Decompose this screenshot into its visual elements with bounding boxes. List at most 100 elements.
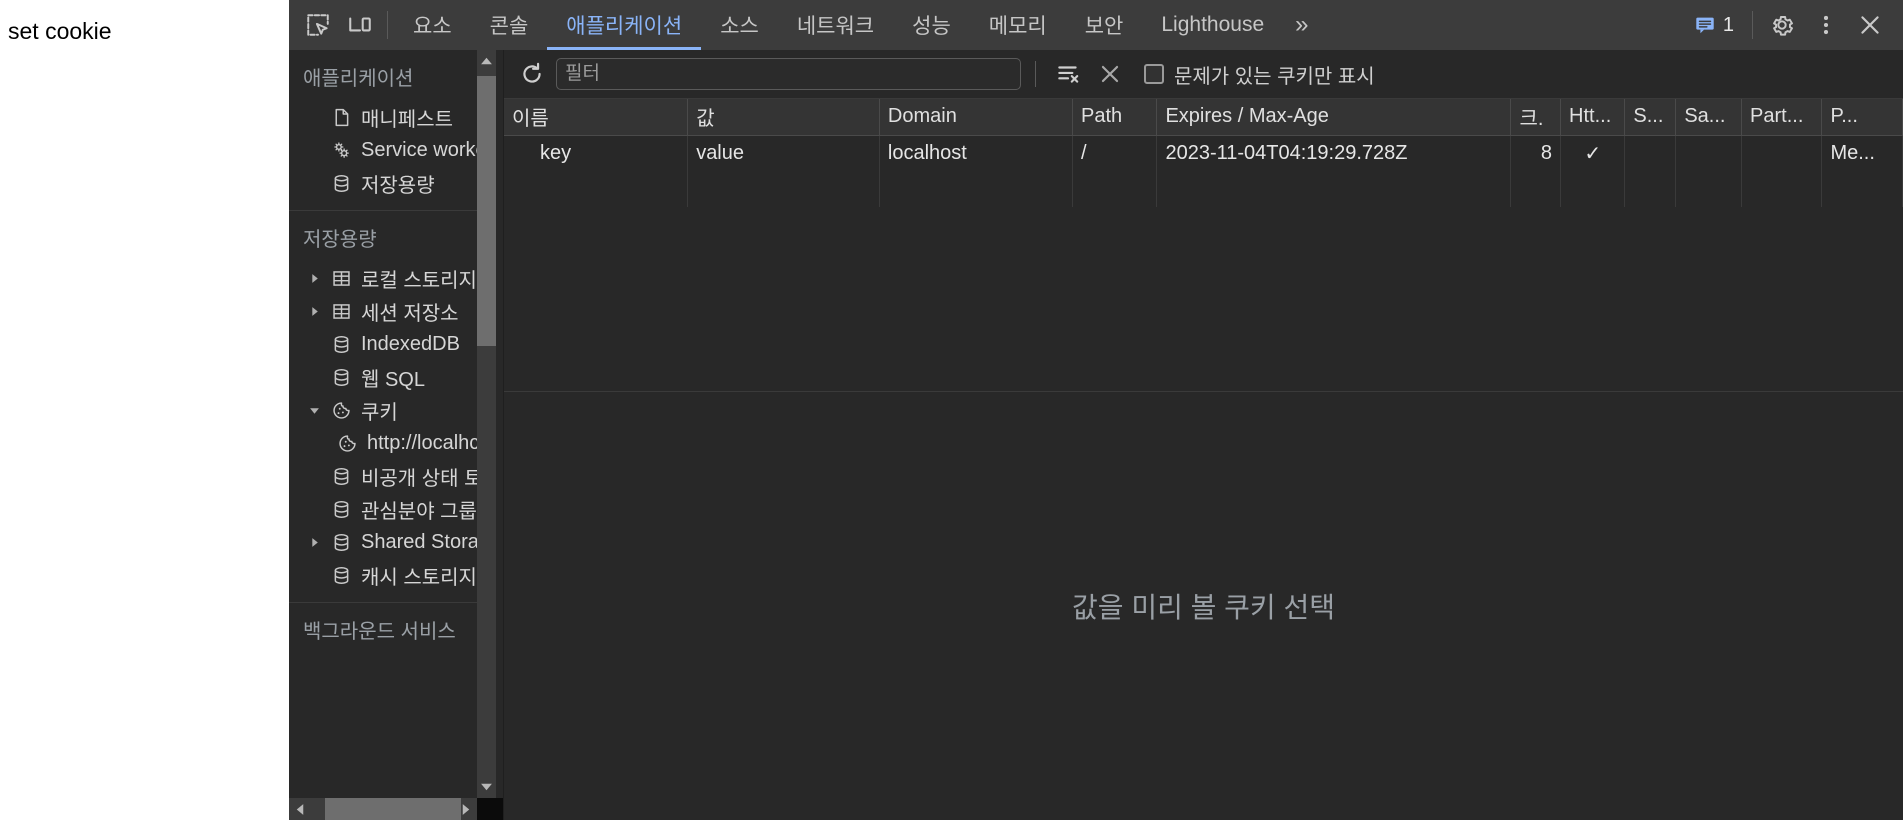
filler-cell: [1072, 171, 1158, 207]
console-message-badge[interactable]: 1: [1684, 4, 1744, 46]
cell-domain[interactable]: localhost: [879, 135, 1074, 171]
cell-path[interactable]: /: [1072, 135, 1158, 171]
sidebar-scroll-area: 애플리케이션 매니페스트 Service work 저장용량 저장용량 로컬 스…: [289, 50, 503, 798]
sidebar-item-label: IndexedDB: [361, 333, 460, 355]
column-header-samesite[interactable]: Sa...: [1675, 99, 1743, 136]
sidebar-scroll-thumb[interactable]: [477, 76, 496, 346]
devtools-tabs: 요소 콘솔 애플리케이션 소스 네트워크 성능 메모리 보안 Lighthous…: [394, 0, 1323, 50]
sidebar-item-interest-groups[interactable]: 관심분야 그룹: [289, 493, 477, 526]
tab-sources[interactable]: 소스: [701, 0, 778, 50]
chevron-right-icon[interactable]: [307, 272, 321, 286]
sidebar-item-service-workers[interactable]: Service workers: [289, 134, 477, 167]
sidebar-item-session-storage[interactable]: 세션 저장소: [289, 295, 477, 328]
filler-cell: [1675, 171, 1743, 207]
sidebar-item-cookie-origin[interactable]: http://localhc: [289, 427, 477, 460]
sidebar-item-cache-storage[interactable]: 캐시 스토리지: [289, 559, 477, 592]
column-header-path[interactable]: Path: [1072, 99, 1158, 136]
devtools-tabbar: 요소 콘솔 애플리케이션 소스 네트워크 성능 메모리 보안 Lighthous…: [289, 0, 1903, 50]
cookies-toolbar: 문제가 있는 쿠키만 표시: [504, 50, 1903, 99]
scroll-down-arrow-icon[interactable]: [477, 776, 496, 798]
sidebar-horizontal-scrollbar[interactable]: [289, 798, 503, 820]
scroll-up-arrow-icon[interactable]: [477, 50, 496, 72]
sidebar-hscroll-thumb[interactable]: [325, 798, 461, 820]
only-problems-checkbox[interactable]: 문제가 있는 쿠키만 표시: [1144, 60, 1375, 89]
column-header-httponly[interactable]: Htt...: [1560, 99, 1626, 136]
cookies-table-container: 이름 값 Domain Path Expires / Max-Age 크. Ht…: [504, 99, 1903, 392]
cell-expires[interactable]: 2023-11-04T04:19:29.728Z: [1156, 135, 1512, 171]
column-header-value[interactable]: 값: [687, 99, 880, 136]
sidebar-section-title-application: 애플리케이션: [303, 68, 414, 90]
sidebar-item-label: Shared Storage: [361, 531, 477, 553]
devtools-panel: 요소 콘솔 애플리케이션 소스 네트워크 성능 메모리 보안 Lighthous…: [289, 0, 1903, 820]
sidebar-item-indexeddb[interactable]: IndexedDB: [289, 328, 477, 361]
table-icon: [329, 301, 353, 322]
sidebar-item-storage-overview[interactable]: 저장용량: [289, 167, 477, 200]
sidebar-section-application: 애플리케이션 매니페스트 Service work 저장용량: [289, 50, 477, 208]
filler-cell: [504, 171, 689, 207]
cell-secure[interactable]: [1624, 135, 1677, 171]
sidebar-vertical-scrollbar[interactable]: [477, 50, 496, 798]
sidebar-section-title-background-services: 백그라운드 서비스: [303, 621, 456, 643]
sidebar-item-private-state-tokens[interactable]: 비공개 상태 토큰: [289, 460, 477, 493]
refresh-icon[interactable]: [514, 56, 550, 92]
sidebar-item-shared-storage[interactable]: Shared Storage: [289, 526, 477, 559]
toolbar-divider: [1035, 61, 1036, 87]
chevron-down-icon[interactable]: [307, 404, 321, 418]
column-header-name[interactable]: 이름: [504, 99, 689, 136]
tab-network[interactable]: 네트워크: [778, 0, 893, 50]
tabbar-right-divider: [1752, 11, 1753, 39]
device-toolbar-icon[interactable]: [339, 4, 381, 46]
devtools-tabbar-left-tools: [289, 0, 394, 50]
sidebar-item-web-sql[interactable]: 웹 SQL: [289, 361, 477, 394]
filler-cell: [1741, 171, 1823, 207]
more-options-icon[interactable]: [1805, 4, 1847, 46]
sidebar-item-manifest[interactable]: 매니페스트: [289, 101, 477, 134]
column-header-expires[interactable]: Expires / Max-Age: [1156, 99, 1512, 136]
cell-name[interactable]: key: [504, 135, 689, 171]
cell-partition-key[interactable]: [1741, 135, 1823, 171]
tab-lighthouse[interactable]: Lighthouse: [1142, 0, 1283, 50]
tab-security[interactable]: 보안: [1066, 0, 1143, 50]
database-icon: [329, 466, 353, 487]
column-header-secure[interactable]: S...: [1624, 99, 1677, 136]
database-icon: [329, 173, 353, 194]
tab-elements[interactable]: 요소: [394, 0, 471, 50]
tab-performance[interactable]: 성능: [893, 0, 970, 50]
sidebar-item-label: 세션 저장소: [361, 303, 459, 325]
column-header-partition-key[interactable]: Part...: [1741, 99, 1823, 136]
table-icon: [329, 268, 353, 289]
filter-input[interactable]: [556, 58, 1021, 90]
tab-memory[interactable]: 메모리: [970, 0, 1066, 50]
clear-filtered-cookies-icon[interactable]: [1050, 56, 1086, 92]
filler-cell: [687, 171, 880, 207]
column-header-size[interactable]: 크.: [1510, 99, 1562, 136]
chevron-right-icon[interactable]: [307, 536, 321, 550]
gear-icon[interactable]: [1761, 4, 1803, 46]
close-icon[interactable]: [1849, 4, 1891, 46]
filler-cell: [1821, 171, 1903, 207]
column-header-priority[interactable]: P...: [1821, 99, 1903, 136]
table-row[interactable]: key value localhost / 2023-11-04T04:19:2…: [504, 135, 1903, 171]
inspect-element-icon[interactable]: [297, 4, 339, 46]
cell-priority[interactable]: Me...: [1821, 135, 1903, 171]
checkbox-box[interactable]: [1144, 64, 1164, 84]
column-header-domain[interactable]: Domain: [879, 99, 1074, 136]
cookie-preview-empty-message: 값을 미리 볼 쿠키 선택: [1072, 592, 1335, 623]
cell-size[interactable]: 8: [1510, 135, 1562, 171]
tab-console[interactable]: 콘솔: [471, 0, 548, 50]
sidebar-item-local-storage[interactable]: 로컬 스토리지: [289, 262, 477, 295]
console-message-count: 1: [1722, 13, 1734, 36]
clear-all-cookies-icon[interactable]: [1092, 56, 1128, 92]
cell-value[interactable]: value: [687, 135, 880, 171]
filler-cell: [1156, 171, 1512, 207]
scroll-right-arrow-icon[interactable]: [455, 798, 477, 820]
cell-samesite[interactable]: [1675, 135, 1743, 171]
more-tabs-icon[interactable]: »: [1283, 0, 1322, 50]
scroll-left-arrow-icon[interactable]: [289, 798, 311, 820]
application-sidebar: 애플리케이션 매니페스트 Service work 저장용량 저장용량 로컬 스…: [289, 50, 504, 820]
tab-application[interactable]: 애플리케이션: [547, 0, 702, 50]
cookie-preview-pane: 값을 미리 볼 쿠키 선택: [504, 392, 1903, 820]
sidebar-item-cookies[interactable]: 쿠키: [289, 394, 477, 427]
cell-httponly[interactable]: ✓: [1560, 135, 1626, 171]
chevron-right-icon[interactable]: [307, 305, 321, 319]
